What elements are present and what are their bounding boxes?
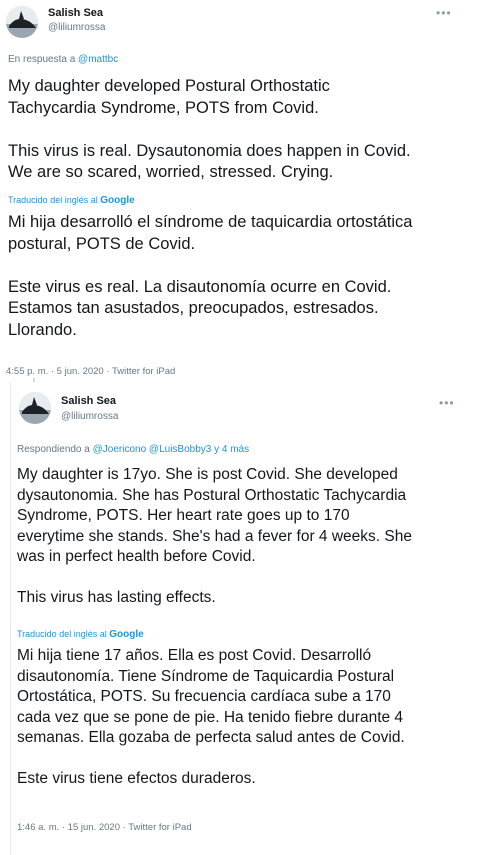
more-options-icon[interactable]: ••• [436, 6, 452, 20]
translated-by-label[interactable]: Traducido del inglés al Google [8, 195, 135, 206]
tweet-text: My daughter developed Postural Orthostat… [8, 77, 411, 181]
reply-context: Respondiendo a @Joericono @LuisBobby3 y … [17, 444, 249, 455]
reply-prefix: En respuesta a [8, 54, 79, 65]
translated-by-label[interactable]: Traducido del inglés al Google [17, 629, 144, 640]
tweet-card-2[interactable]: Salish Sea @liliumrossa ••• Respondiendo… [10, 382, 465, 855]
tweet-card-1[interactable]: Salish Sea @liliumrossa ••• En respuesta… [0, 0, 465, 382]
orca-avatar-icon [19, 392, 51, 424]
translated-prefix: Traducido del inglés al [17, 629, 110, 639]
translated-prefix: Traducido del inglés al [8, 195, 101, 205]
display-name[interactable]: Salish Sea [61, 395, 116, 407]
reply-prefix: Respondiendo a [17, 444, 93, 455]
tweet-text: My daughter is 17yo. She is post Covid. … [17, 466, 412, 606]
display-name[interactable]: Salish Sea [48, 7, 103, 19]
more-options-icon[interactable]: ••• [439, 396, 455, 410]
translated-text: Mi hija desarrolló el síndrome de taquic… [8, 213, 413, 339]
reply-context: En respuesta a @mattbc [8, 54, 118, 65]
reply-mentions-link[interactable]: @Joericono @LuisBobby3 y 4 más [93, 444, 250, 455]
avatar[interactable] [19, 392, 51, 424]
user-handle[interactable]: @liliumrossa [61, 411, 118, 422]
google-logo: Google [100, 195, 135, 206]
tweet-timestamp[interactable]: 4:55 p. m. · 5 jun. 2020 · Twitter for i… [6, 366, 175, 377]
user-handle[interactable]: @liliumrossa [48, 22, 105, 33]
tweet-timestamp[interactable]: 1:46 a. m. · 15 jun. 2020 · Twitter for … [17, 822, 192, 833]
orca-avatar-icon [6, 6, 38, 38]
reply-mention-link[interactable]: @mattbc [78, 54, 118, 65]
translated-text: Mi hija tiene 17 años. Ella es post Covi… [17, 647, 405, 787]
avatar[interactable] [6, 6, 38, 38]
google-logo: Google [109, 629, 144, 640]
